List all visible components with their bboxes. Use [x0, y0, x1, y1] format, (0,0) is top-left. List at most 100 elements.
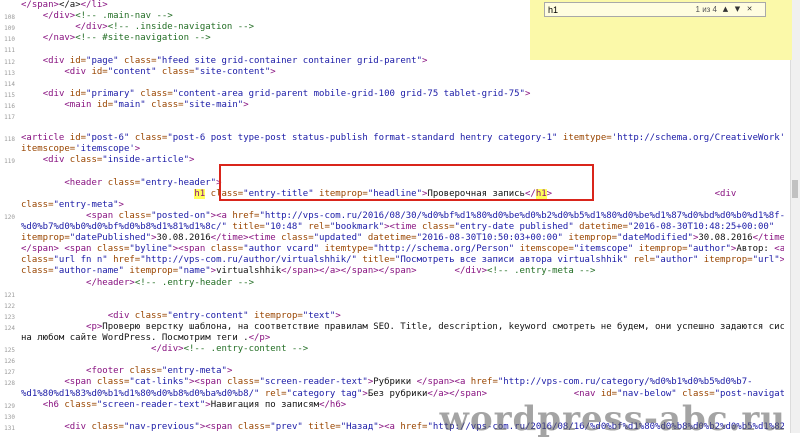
- code-token: "page": [86, 56, 124, 66]
- code-token: </div>: [75, 22, 108, 32]
- code-line: <p>Проверю верстку шаблона, на соответст…: [21, 322, 784, 333]
- code-token: "entry-meta": [54, 200, 119, 210]
- code-token: "url": [753, 255, 780, 265]
- code-line: <main id="main" class="site-main">: [21, 100, 784, 111]
- code-token: id=: [601, 389, 617, 399]
- code-token: [487, 389, 574, 399]
- line-number: 113: [0, 68, 15, 79]
- code-token: [21, 67, 64, 77]
- code-token: "nav-below": [617, 389, 682, 399]
- line-number: 112: [0, 57, 15, 68]
- code-token: datetime=: [368, 233, 417, 243]
- find-bar: 1 из 4 ▲ ▼ ✕: [530, 0, 792, 60]
- code-token: itemscope=: [21, 144, 75, 154]
- line-number: 118: [0, 134, 15, 145]
- code-token: "screen-reader-text": [259, 377, 367, 387]
- code-token: </a></span>: [427, 389, 487, 399]
- code-token: </a>: [59, 0, 81, 10]
- scrollbar-thumb[interactable]: [792, 180, 798, 198]
- code-token: "datePublished": [70, 233, 151, 243]
- code-token: </div>: [43, 11, 76, 21]
- code-token: </time></a>: [753, 233, 784, 243]
- code-token: ><time: [384, 222, 422, 232]
- code-token: class=: [70, 155, 103, 165]
- code-token: "screen-reader-text": [97, 400, 205, 410]
- line-number: 116: [0, 101, 15, 112]
- code-token: "updated": [314, 233, 368, 243]
- code-token: class=: [151, 100, 184, 110]
- code-line: </header><!-- .entry-header -->: [21, 278, 784, 289]
- code-token: "bookmark": [330, 222, 384, 232]
- code-line: <span class="posted-on"><a href="http://…: [21, 211, 784, 222]
- code-token: "content-area grid-parent mobile-grid-10…: [173, 89, 525, 99]
- chevron-up-icon[interactable]: ▲: [720, 3, 731, 16]
- code-token: "post-navigation": [715, 389, 784, 399]
- code-token: <nav: [574, 389, 601, 399]
- code-token: [21, 377, 64, 387]
- code-token: "prev": [270, 422, 308, 432]
- code-token: <footer: [86, 366, 129, 376]
- code-token: href=: [113, 255, 140, 265]
- code-token: class=: [135, 311, 168, 321]
- line-number: 127: [0, 367, 15, 378]
- code-token: id=: [91, 67, 107, 77]
- code-token: "2016-08-30T10:50:03+00:00": [417, 233, 569, 243]
- code-token: [21, 33, 43, 43]
- code-token: itemprop=: [129, 266, 178, 276]
- find-box: 1 из 4 ▲ ▼ ✕: [544, 2, 766, 17]
- code-token: [21, 311, 108, 321]
- code-token: </header>: [86, 278, 135, 288]
- vertical-scrollbar[interactable]: [790, 0, 800, 433]
- code-token: "post-6 post type-post status-publish fo…: [167, 133, 563, 143]
- code-token: >: [119, 200, 124, 210]
- code-token: <!-- .entry-meta -->: [487, 266, 595, 276]
- code-token: [21, 422, 64, 432]
- code-token: itemprop=: [254, 311, 303, 321]
- code-token: itemtype=: [563, 133, 612, 143]
- line-number: 114: [0, 79, 15, 90]
- code-token: itemprop=: [639, 244, 688, 254]
- code-line: <footer class="entry-meta">: [21, 366, 784, 377]
- code-token: "content": [108, 67, 162, 77]
- code-token: >: [227, 366, 232, 376]
- code-token: class=: [21, 200, 54, 210]
- chevron-down-icon[interactable]: ▼: [732, 3, 743, 16]
- code-line: <div id="content" class="site-content">: [21, 67, 784, 78]
- code-token: virtualshhik: [216, 266, 281, 276]
- find-match-count: 1 из 4: [696, 4, 717, 15]
- code-token: <a: [774, 244, 784, 254]
- code-token: [21, 11, 43, 21]
- code-token: >: [270, 67, 275, 77]
- code-token: >: [189, 155, 194, 165]
- source-code-view[interactable]: </span></a></li>108 </div><!-- .main-nav…: [0, 0, 790, 433]
- code-token: <p>: [86, 322, 102, 332]
- code-token: "primary": [86, 89, 140, 99]
- code-line: class="entry-meta">: [21, 200, 784, 211]
- code-token: href=: [232, 211, 259, 221]
- code-token: </span>: [21, 0, 59, 10]
- line-number: 123: [0, 312, 15, 323]
- find-input[interactable]: [548, 3, 698, 16]
- code-token: </time><time: [211, 233, 281, 243]
- code-line: на любом сайте WordPress. Посмотрим теги…: [21, 333, 784, 344]
- code-token: </div>: [455, 266, 488, 276]
- code-token: "hfeed site grid-container container gri…: [157, 56, 423, 66]
- code-token: class=: [140, 89, 173, 99]
- code-token: class=: [97, 377, 130, 387]
- search-match: h1: [194, 189, 205, 199]
- code-token: ><a: [379, 422, 401, 432]
- code-token: class=: [227, 377, 260, 387]
- code-token: %d0%b7%d0%b0%d0%bf%d0%b8%d1%81%d1%8c/": [21, 222, 232, 232]
- code-token: title=: [362, 255, 395, 265]
- code-line: <div class="entry-content" itemprop="tex…: [21, 311, 784, 322]
- code-token: "author vcard": [243, 244, 324, 254]
- code-token: [21, 155, 43, 165]
- code-token: <article: [21, 133, 70, 143]
- line-number: 115: [0, 90, 15, 101]
- code-token: "url fn n": [54, 255, 114, 265]
- code-token: ><a: [211, 211, 233, 221]
- code-token: [21, 22, 75, 32]
- code-token: "site-main": [184, 100, 244, 110]
- code-token: "author": [688, 244, 731, 254]
- close-icon[interactable]: ✕: [744, 3, 755, 16]
